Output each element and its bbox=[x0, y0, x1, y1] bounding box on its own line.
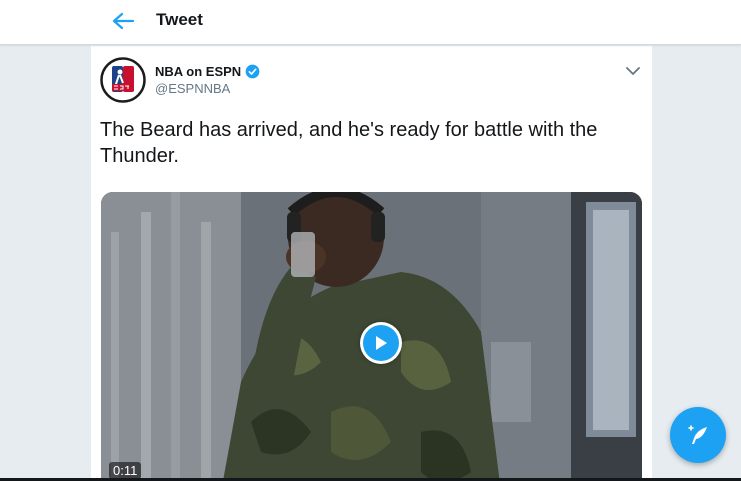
compose-tweet-icon bbox=[688, 425, 707, 444]
back-button[interactable] bbox=[106, 6, 140, 36]
arrow-left-icon bbox=[112, 12, 135, 30]
tweet-card[interactable]: NBA on ESPN @ESPNNBA The Beard has arriv… bbox=[91, 46, 652, 481]
author-name-text: NBA on ESPN bbox=[155, 64, 242, 79]
nba-espn-logo-icon bbox=[100, 57, 146, 103]
avatar[interactable] bbox=[100, 57, 146, 103]
play-button-inner bbox=[363, 325, 399, 361]
video-duration: 0:11 bbox=[109, 462, 142, 479]
play-icon bbox=[376, 336, 387, 350]
top-app-bar: Tweet bbox=[0, 0, 741, 45]
video-player[interactable]: 0:11 bbox=[101, 192, 642, 481]
tweet-options-button[interactable] bbox=[623, 61, 643, 81]
tweet-text: The Beard has arrived, and he's ready fo… bbox=[100, 119, 598, 167]
page-title: Tweet bbox=[156, 10, 203, 29]
author-name[interactable]: NBA on ESPN bbox=[155, 64, 260, 79]
play-button[interactable] bbox=[360, 322, 402, 364]
verified-badge-icon bbox=[245, 64, 260, 79]
chevron-down-icon bbox=[626, 67, 640, 75]
author-handle[interactable]: @ESPNNBA bbox=[155, 81, 230, 96]
compose-tweet-button[interactable] bbox=[670, 407, 726, 463]
